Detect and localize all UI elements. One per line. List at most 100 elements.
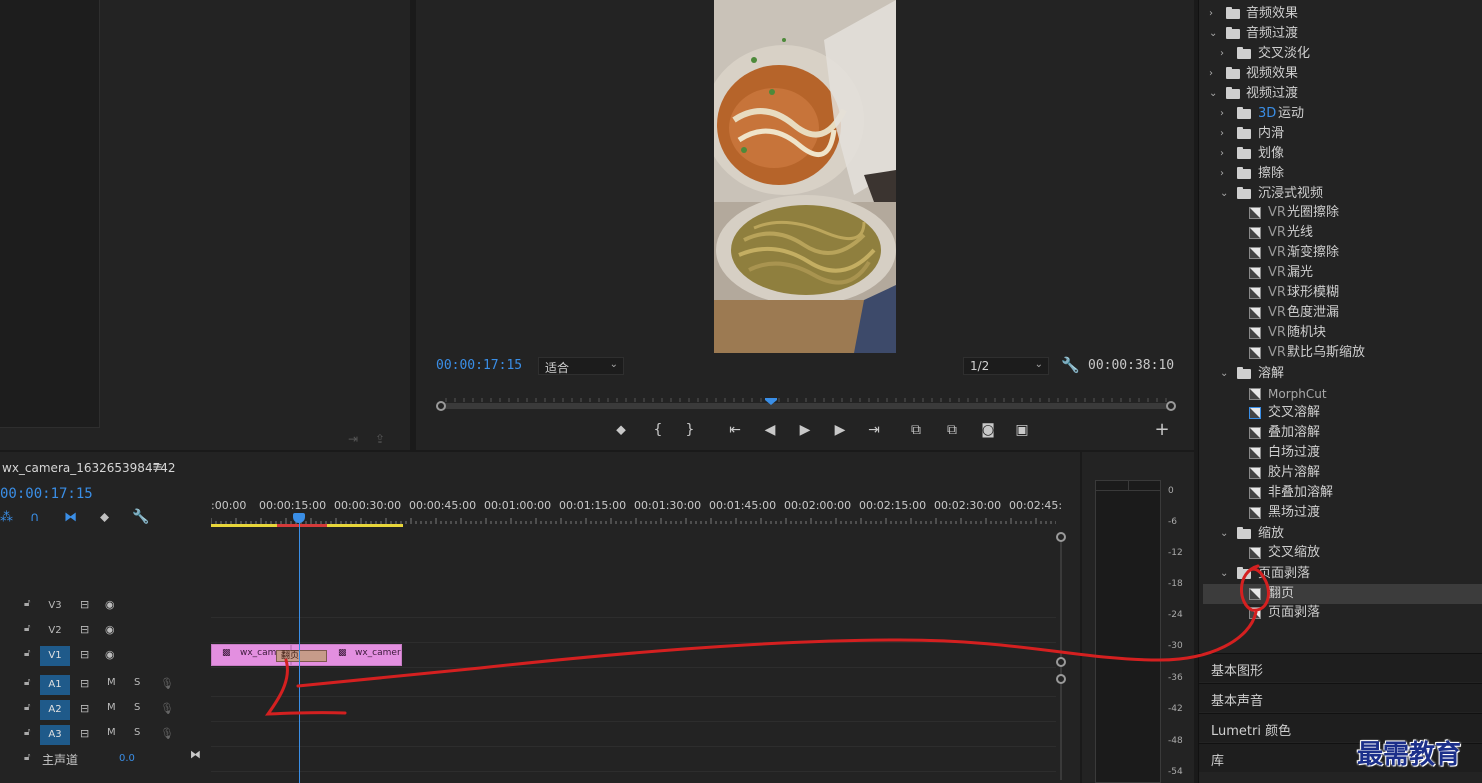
microphone-icon[interactable]: 🎙︎ xyxy=(160,702,174,715)
fx-item-vr-chroma-leaks[interactable]: VR 色度泄漏 xyxy=(1203,303,1482,323)
fx-folder-dissolve[interactable]: ⌄ 溶解 xyxy=(1203,364,1482,384)
mark-in-button[interactable]: { xyxy=(648,420,668,440)
fx-folder-iris[interactable]: › 划像 xyxy=(1203,144,1482,164)
fit-zoom-select[interactable]: 适合 ⌄ xyxy=(538,357,624,375)
mark-out-button[interactable]: } xyxy=(680,420,700,440)
lock-icon[interactable]: 🔓︎ xyxy=(24,623,30,634)
eye-icon[interactable]: ◉ xyxy=(105,623,115,636)
eye-icon[interactable]: ◉ xyxy=(105,648,115,661)
track-row-master[interactable] xyxy=(211,748,1056,772)
timeline-vertical-scrollbar[interactable] xyxy=(1056,532,1066,783)
fx-item-cross-zoom[interactable]: 交叉缩放 xyxy=(1203,543,1482,563)
track-label-v1[interactable]: V1 xyxy=(40,646,70,666)
fx-item-dip-to-white[interactable]: 白场过渡 xyxy=(1203,443,1482,463)
fx-item-cross-dissolve[interactable]: 交叉溶解 xyxy=(1203,403,1482,423)
fx-item-additive-dissolve[interactable]: 叠加溶解 xyxy=(1203,423,1482,443)
master-volume-value[interactable]: 0.0 xyxy=(119,753,135,764)
lock-icon[interactable]: 🔓︎ xyxy=(24,702,30,713)
sync-lock-icon[interactable]: ⊟ xyxy=(80,648,89,661)
fx-item-page-peel[interactable]: 页面剥落 xyxy=(1203,603,1482,623)
panel-essential-sound[interactable]: 基本声音 xyxy=(1199,683,1482,712)
microphone-icon[interactable]: 🎙︎ xyxy=(160,677,174,690)
solo-button[interactable]: S xyxy=(134,727,140,738)
program-time-scrubber[interactable] xyxy=(436,398,1176,412)
step-forward-button[interactable]: ▶ xyxy=(830,420,850,440)
program-video-frame[interactable] xyxy=(714,0,896,353)
track-row-a2[interactable] xyxy=(211,698,1056,722)
fx-item-vr-iris-wipe[interactable]: VR 光圈擦除 xyxy=(1203,203,1482,223)
scroll-handle-mid[interactable] xyxy=(1056,657,1066,667)
insert-icon[interactable]: ⇥ xyxy=(348,432,364,446)
settings-wrench-icon[interactable]: 🔧 xyxy=(1061,356,1080,374)
fx-item-vr-mobius-zoom[interactable]: VR 默比乌斯缩放 xyxy=(1203,343,1482,363)
fx-folder-slide[interactable]: › 内滑 xyxy=(1203,124,1482,144)
fx-folder-zoom[interactable]: ⌄ 缩放 xyxy=(1203,524,1482,544)
solo-button[interactable]: S xyxy=(134,702,140,713)
playback-resolution-select[interactable]: 1/2 ⌄ xyxy=(963,357,1049,375)
fx-item-non-additive-dissolve[interactable]: 非叠加溶解 xyxy=(1203,483,1482,503)
track-label-v2[interactable]: V2 xyxy=(40,621,70,641)
fx-folder-audio-transitions[interactable]: ⌄ 音频过渡 xyxy=(1203,24,1482,44)
fx-folder-crossfade[interactable]: › 交叉淡化 xyxy=(1203,44,1482,64)
lock-icon[interactable]: 🔓︎ xyxy=(24,598,30,609)
export-icon[interactable]: ⇪ xyxy=(375,432,391,446)
go-to-in-button[interactable]: ⇤ xyxy=(725,420,745,440)
sync-lock-icon[interactable]: ⊟ xyxy=(80,598,89,611)
track-label-a1[interactable]: A1 xyxy=(40,675,70,695)
track-label-v3[interactable]: V3 xyxy=(40,596,70,616)
track-row-v3[interactable] xyxy=(211,594,1056,618)
fx-item-dip-to-black[interactable]: 黑场过渡 xyxy=(1203,503,1482,523)
solo-button[interactable]: S xyxy=(134,677,140,688)
lock-icon[interactable]: 🔓︎ xyxy=(24,727,30,738)
insert-overwrite-icon[interactable]: ⁂ xyxy=(0,510,13,525)
fx-item-vr-light-leaks[interactable]: VR 漏光 xyxy=(1203,263,1482,283)
add-marker-icon[interactable]: ⬥ xyxy=(100,510,109,525)
mute-button[interactable]: M xyxy=(107,677,116,688)
go-to-out-button[interactable]: ⇥ xyxy=(864,420,884,440)
add-marker-button[interactable]: ⬥ xyxy=(611,420,631,440)
lift-button[interactable]: ⧉ xyxy=(906,420,926,440)
eye-icon[interactable]: ◉ xyxy=(105,598,115,611)
fx-item-morphcut[interactable]: MorphCut xyxy=(1203,384,1482,404)
export-frame-camera-icon[interactable]: ◙ xyxy=(978,420,998,440)
scroll-handle-top[interactable] xyxy=(1056,532,1066,542)
fx-item-page-turn[interactable]: 翻页 xyxy=(1203,584,1482,604)
fx-folder-wipe[interactable]: › 擦除 xyxy=(1203,164,1482,184)
fx-item-vr-light-rays[interactable]: VR 光线 xyxy=(1203,223,1482,243)
fx-folder-3d-motion[interactable]: › 3D 运动 xyxy=(1203,104,1482,124)
sequence-menu-icon[interactable]: ≡ xyxy=(152,460,163,475)
fx-folder-audio-effects[interactable]: › 音频效果 xyxy=(1203,4,1482,24)
lock-icon[interactable]: 🔓︎ xyxy=(24,752,30,763)
play-button[interactable]: ▶ xyxy=(795,420,815,440)
snap-magnet-icon[interactable]: ∩ xyxy=(30,510,40,525)
track-row-v2[interactable] xyxy=(211,619,1056,643)
linked-selection-icon[interactable]: ⧓ xyxy=(64,510,77,525)
fx-folder-page-peel[interactable]: ⌄ 页面剥落 xyxy=(1203,564,1482,584)
sync-lock-icon[interactable]: ⊟ xyxy=(80,702,89,715)
track-row-a1[interactable] xyxy=(211,673,1056,697)
fx-folder-video-transitions[interactable]: ⌄ 视频过渡 xyxy=(1203,84,1482,104)
timeline-current-timecode[interactable]: 00:00:17:15 xyxy=(0,486,93,502)
fx-item-vr-spherical-blur[interactable]: VR 球形模糊 xyxy=(1203,283,1482,303)
track-row-a3[interactable] xyxy=(211,723,1056,747)
lock-icon[interactable]: 🔓︎ xyxy=(24,648,30,659)
sequence-tab-title[interactable]: wx_camera_1632653984742 xyxy=(2,461,175,475)
program-current-timecode[interactable]: 00:00:17:15 xyxy=(436,358,522,373)
comparison-view-button[interactable]: ▣ xyxy=(1012,420,1032,440)
fx-folder-immersive[interactable]: ⌄ 沉浸式视频 xyxy=(1203,184,1482,204)
page-turn-transition[interactable]: 翻页 xyxy=(276,650,327,662)
panel-essential-graphics[interactable]: 基本图形 xyxy=(1199,653,1482,682)
timeline-ruler[interactable]: :00:00 00:00:15:00 00:00:30:00 00:00:45:… xyxy=(211,496,1062,528)
track-label-a2[interactable]: A2 xyxy=(40,700,70,720)
track-label-a3[interactable]: A3 xyxy=(40,725,70,745)
fx-folder-video-effects[interactable]: › 视频效果 xyxy=(1203,64,1482,84)
lock-icon[interactable]: 🔓︎ xyxy=(24,677,30,688)
go-to-edge-icon[interactable]: ⧓ xyxy=(190,748,201,761)
sync-lock-icon[interactable]: ⊟ xyxy=(80,677,89,690)
mute-button[interactable]: M xyxy=(107,727,116,738)
fx-item-film-dissolve[interactable]: 胶片溶解 xyxy=(1203,463,1482,483)
mute-button[interactable]: M xyxy=(107,702,116,713)
fx-item-vr-random-blocks[interactable]: VR 随机块 xyxy=(1203,323,1482,343)
fx-item-vr-gradient-wipe[interactable]: VR 渐变擦除 xyxy=(1203,243,1482,263)
playhead-line[interactable] xyxy=(299,520,300,783)
